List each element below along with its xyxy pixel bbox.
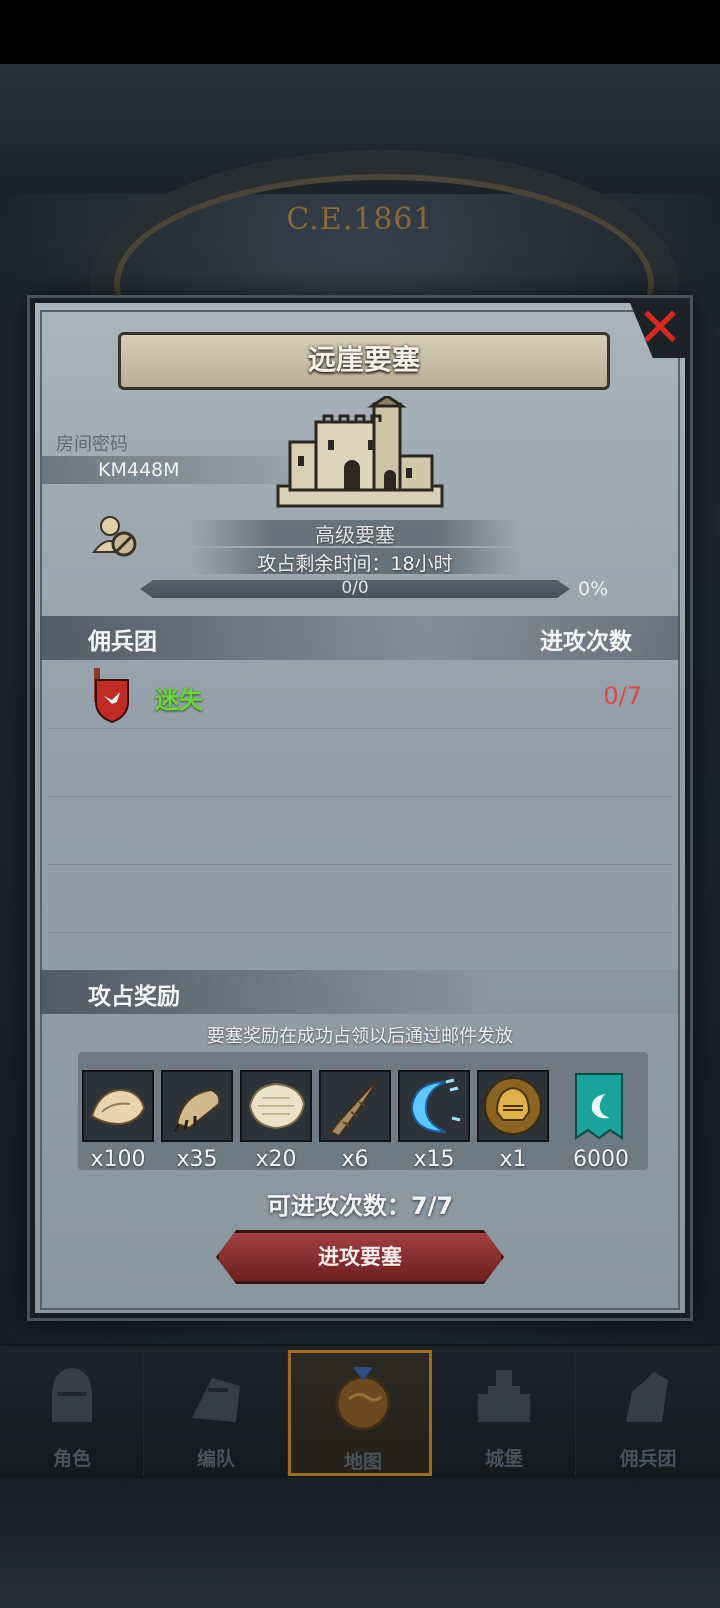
reward-item[interactable] bbox=[574, 1072, 624, 1140]
reward-qty: x20 bbox=[255, 1147, 297, 1172]
empty-row bbox=[48, 796, 672, 865]
fortress-type: 高级要塞 bbox=[315, 523, 395, 547]
castle-icon bbox=[276, 396, 444, 508]
reward-item[interactable] bbox=[319, 1070, 391, 1142]
guild-attack-count: 0/7 bbox=[603, 682, 642, 710]
reward-item[interactable] bbox=[398, 1070, 470, 1142]
year-label: C.E.1861 bbox=[286, 202, 434, 237]
reward-note: 要塞奖励在成功占领以后通过邮件发放 bbox=[207, 1026, 513, 1047]
nav-label: 城堡 bbox=[484, 1448, 523, 1470]
empty-row bbox=[48, 864, 672, 933]
progress-percent: 0% bbox=[578, 578, 609, 600]
reward-qty: x100 bbox=[90, 1147, 146, 1172]
golden-helmet-icon bbox=[484, 1077, 542, 1135]
white-hide-icon bbox=[248, 1082, 306, 1130]
capture-time-label: 攻占剩余时间： bbox=[257, 553, 391, 575]
nav-label: 编队 bbox=[196, 1448, 235, 1470]
no-player-icon bbox=[92, 516, 137, 557]
nav-label: 角色 bbox=[52, 1448, 91, 1470]
formation-icon bbox=[192, 1378, 240, 1422]
nav-item-mercenary[interactable]: 佣兵团 bbox=[576, 1350, 720, 1476]
reward-item[interactable] bbox=[82, 1070, 154, 1142]
map-globe-icon bbox=[335, 1367, 391, 1431]
room-code-label: 房间密码 bbox=[56, 434, 128, 455]
progress-count: 0/0 bbox=[341, 578, 369, 598]
dialog-title: 远崖要塞 bbox=[307, 343, 420, 376]
mercenary-column-title: 佣兵团 bbox=[88, 629, 157, 655]
nav-item-map[interactable]: 地图 bbox=[288, 1350, 432, 1476]
empty-row bbox=[48, 728, 672, 797]
mercenary-icon bbox=[626, 1372, 668, 1422]
capture-time-value: 18小时 bbox=[390, 553, 453, 575]
bottom-bar bbox=[0, 1478, 720, 1608]
castle-icon bbox=[478, 1370, 530, 1422]
reward-item[interactable] bbox=[240, 1070, 312, 1142]
reward-qty: 6000 bbox=[573, 1147, 629, 1172]
teal-banner-icon bbox=[575, 1073, 623, 1140]
nav-label: 地图 bbox=[343, 1451, 382, 1473]
knight-helmet-icon bbox=[52, 1368, 92, 1422]
attack-fortress-label[interactable]: 进攻要塞 bbox=[216, 1241, 504, 1271]
reward-qty: x1 bbox=[499, 1147, 527, 1172]
reward-qty: x15 bbox=[413, 1147, 455, 1172]
nav-item-castle[interactable]: 城堡 bbox=[432, 1350, 576, 1476]
reward-qty: x6 bbox=[341, 1147, 369, 1172]
nav-item-role[interactable]: 角色 bbox=[0, 1350, 144, 1476]
nav-item-formation[interactable]: 编队 bbox=[144, 1350, 288, 1476]
status-bar bbox=[0, 0, 720, 64]
reward-qty: x35 bbox=[176, 1147, 218, 1172]
beast-claw-icon bbox=[173, 1088, 221, 1133]
close-icon[interactable]: ✕ bbox=[636, 300, 684, 356]
guild-emblem-icon bbox=[94, 668, 129, 724]
fur-pelt-icon bbox=[90, 1088, 146, 1126]
nav-label: 佣兵团 bbox=[619, 1448, 677, 1470]
attack-count-column-title: 进攻次数 bbox=[540, 629, 632, 655]
horn-icon bbox=[329, 1077, 380, 1138]
attempts-remaining: 可进攻次数：7/7 bbox=[266, 1192, 454, 1220]
room-code-value: KM448M bbox=[98, 459, 180, 481]
blue-crescent-icon bbox=[410, 1078, 461, 1133]
reward-item[interactable] bbox=[477, 1070, 549, 1142]
reward-title: 攻占奖励 bbox=[88, 984, 180, 1010]
guild-name: 迷失 bbox=[155, 686, 203, 714]
capture-time: 攻占剩余时间：18小时 bbox=[190, 549, 520, 576]
reward-item[interactable] bbox=[161, 1070, 233, 1142]
